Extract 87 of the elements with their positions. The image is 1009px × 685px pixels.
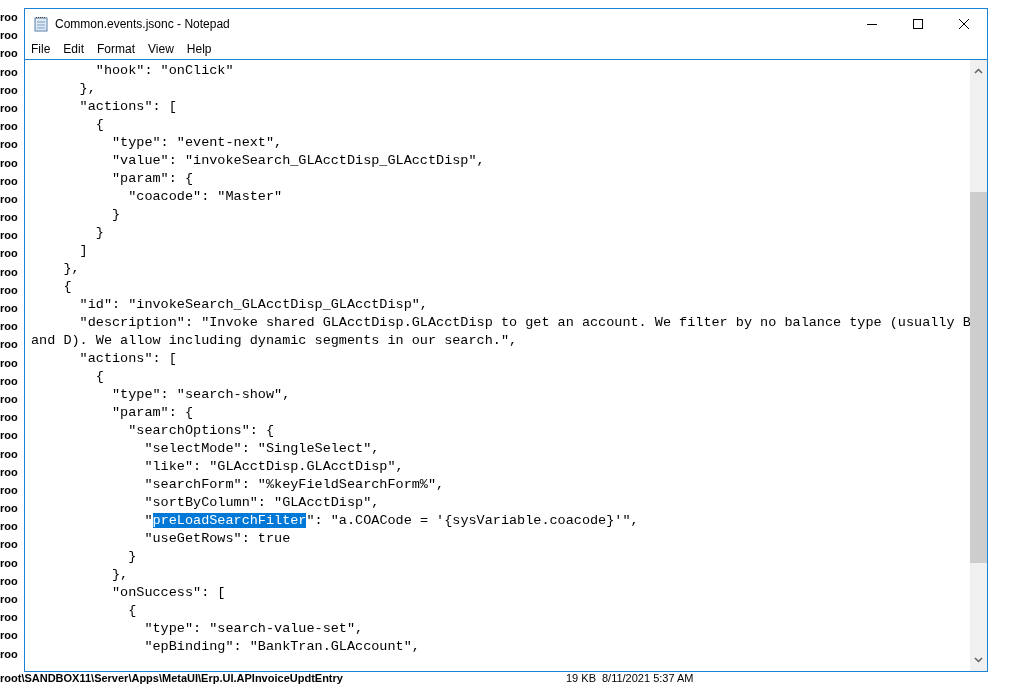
file-name: roo	[0, 373, 18, 389]
code-line: "param": {	[111, 405, 194, 420]
code-line: "actions": [	[78, 351, 177, 366]
code-line: }	[94, 225, 104, 240]
file-name: roo	[0, 246, 18, 262]
code-line: {	[62, 279, 72, 294]
code-line: "type": "search-value-set",	[143, 621, 364, 636]
code-line: "useGetRows": true	[143, 531, 291, 546]
code-line: "onSuccess": [	[111, 585, 226, 600]
file-name: roo	[0, 119, 18, 135]
code-line: "param": {	[111, 171, 194, 186]
menu-item[interactable]: Edit	[61, 42, 91, 56]
code-line: ]	[78, 243, 88, 258]
code-line: "like": "GLAcctDisp.GLAcctDisp",	[143, 459, 404, 474]
menu-item[interactable]: File	[29, 42, 57, 56]
file-size: 19 KB	[566, 672, 596, 685]
file-name: roo	[0, 301, 18, 316]
file-name: roo	[0, 537, 18, 553]
file-name: roo	[0, 646, 18, 662]
code-line: {	[127, 603, 137, 618]
file-name: roo	[0, 337, 18, 353]
code-line: },	[78, 81, 96, 96]
file-name: roo	[0, 519, 18, 535]
code-line: "type": "search-show",	[111, 387, 291, 402]
code-line: },	[62, 261, 80, 276]
menu-item[interactable]: Help	[184, 42, 218, 56]
file-name: roo	[0, 592, 18, 607]
file-name: roo	[0, 155, 18, 171]
code-line: "selectMode": "SingleSelect",	[143, 441, 380, 456]
code-line: "id": "invokeSearch_GLAcctDisp_GLAcctDisp",	[78, 297, 428, 312]
file-name: roo	[0, 555, 18, 571]
file-name: roo	[0, 191, 18, 207]
notepad-icon	[33, 16, 49, 32]
file-path: root\SANDBOX11\Server\Apps\MetaUI\Erp.UI.APInvoiceUpdtEntry	[0, 672, 344, 685]
file-name: roo	[0, 501, 18, 517]
file-name: roo	[0, 610, 18, 626]
code-line: and D). We allow including dynamic segments in our search.",	[31, 333, 518, 348]
code-line: {	[94, 117, 104, 132]
code-text: ": "a.COACode = '{sysVariable.coacode}'",	[306, 513, 639, 528]
file-name: roo	[0, 628, 18, 644]
maximize-icon	[912, 18, 924, 30]
file-name: roo	[0, 573, 18, 589]
file-name: roo	[0, 446, 18, 462]
menu-item[interactable]: Format	[95, 42, 142, 56]
code-line: "searchForm": "%keyFieldSearchForm%",	[143, 477, 445, 492]
code-line: "hook": "onClick"	[94, 63, 234, 78]
scroll-down-icon[interactable]	[974, 657, 983, 663]
code-line: },	[111, 567, 129, 582]
file-name: roo	[0, 210, 18, 226]
code-line: "actions": [	[78, 99, 177, 114]
code-line: }	[111, 207, 121, 222]
code-text: "	[143, 513, 153, 528]
file-name: roo	[0, 28, 18, 44]
file-name: roo	[0, 137, 18, 153]
scrollbar[interactable]	[970, 60, 987, 671]
code-line: "searchOptions": {	[127, 423, 275, 438]
file-name: roo	[0, 64, 18, 80]
code-line: "sortByColumn": "GLAcctDisp",	[143, 495, 380, 510]
file-name: roo	[0, 410, 18, 426]
file-name: roo	[0, 319, 18, 335]
file-name: roo	[0, 282, 18, 298]
code-line: "value": "invokeSearch_GLAcctDisp_GLAcctDisp",	[111, 153, 485, 168]
file-name: roo	[0, 464, 18, 480]
code-line: "coacode": "Master"	[127, 189, 283, 204]
scroll-up-icon[interactable]	[974, 68, 983, 74]
code-line: "description": "Invoke shared GLAcctDisp.GLAcctDisp to get an account. We filter by no balance type (usually B	[78, 315, 970, 330]
file-name: roo	[0, 100, 18, 116]
code-line: {	[94, 369, 104, 384]
file-name: roo	[0, 355, 18, 371]
window-title: Common.events.jsonc - Notepad	[55, 17, 230, 31]
menu-item[interactable]: View	[146, 42, 180, 56]
file-name: roo	[0, 428, 18, 444]
code-line: }	[127, 549, 137, 564]
close-icon	[958, 18, 970, 30]
file-name: roo	[0, 82, 18, 98]
file-name: roo	[0, 264, 18, 280]
scroll-thumb[interactable]	[970, 192, 987, 563]
file-name: roo	[0, 228, 18, 244]
file-name: roo	[0, 46, 18, 62]
file-date: 8/11/2021 5:37 AM	[601, 672, 694, 685]
file-name: roo	[0, 391, 18, 407]
file-name: roo	[0, 10, 18, 25]
code-line: "epBinding": "BankTran.GLAccount",	[143, 639, 420, 654]
code-line: "type": "event-next",	[111, 135, 283, 150]
selected-text: preLoadSearchFilter	[152, 513, 307, 528]
file-name: roo	[0, 173, 18, 189]
file-name: roo	[0, 482, 18, 498]
